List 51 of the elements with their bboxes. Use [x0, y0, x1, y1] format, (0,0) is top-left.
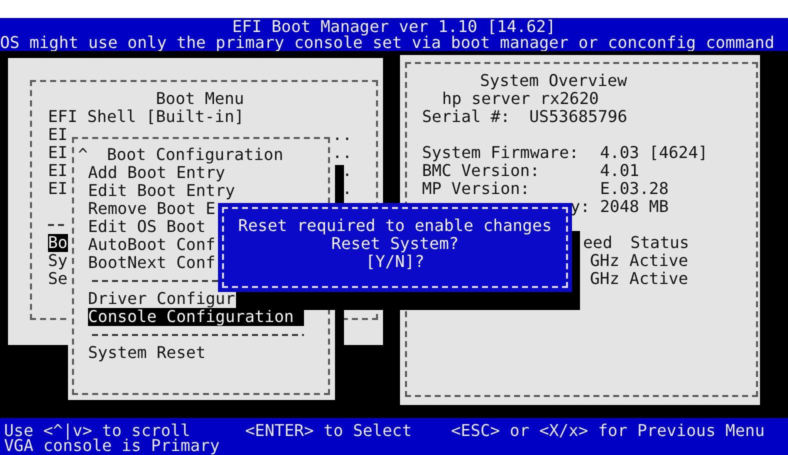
menu-item[interactable]: BootNext Conf — [88, 254, 216, 272]
scroll-up-indicator: ^ — [78, 146, 88, 164]
table-cell: Active — [629, 252, 688, 270]
column-header: eed — [583, 234, 612, 252]
menu-item[interactable]: Driver Configur — [88, 290, 236, 308]
menu-item[interactable]: Sy — [48, 252, 68, 270]
menu-item[interactable]: EI — [48, 144, 68, 162]
dialog-text: Reset required to enable changes — [237, 217, 553, 235]
column-header: Status — [630, 234, 690, 252]
truncated-text: .. — [332, 144, 352, 162]
dialog-text: [Y/N]? — [364, 253, 424, 271]
menu-item[interactable]: System Reset — [88, 344, 206, 362]
field-value: E.03.28 — [600, 180, 669, 198]
key-hint: Use <^|v> to scroll — [4, 423, 190, 438]
menu-item[interactable]: EFI Shell [Built-in] — [48, 108, 244, 126]
menu-item[interactable]: EI — [48, 162, 68, 180]
menu-item[interactable]: EI — [48, 126, 68, 144]
menu-item[interactable]: Edit OS Boot — [88, 218, 206, 236]
key-hint: <ENTER> to Select — [245, 423, 413, 438]
field-label: MP Version: — [422, 180, 531, 198]
field-label: System Firmware: — [422, 144, 580, 162]
menu-item[interactable]: Edit Boot Entry — [88, 182, 236, 200]
field-value: 4.03 [4624] — [600, 144, 708, 162]
menu-title: Boot Menu — [154, 90, 246, 108]
table-cell: GHz — [590, 252, 620, 270]
status-text: VGA console is Primary — [4, 438, 221, 453]
menu-item[interactable]: Remove Boot E — [88, 200, 216, 218]
truncated-text: . — [342, 162, 352, 180]
field-label: y: — [569, 198, 591, 216]
notice-text: OS might use only the primary console set via boot manager or conconfig command — [0, 35, 776, 51]
field-value: US53685796 — [529, 108, 628, 126]
menu-item[interactable]: Add Boot Entry — [88, 164, 226, 182]
menu-item[interactable]: AutoBoot Conf — [88, 236, 216, 254]
table-cell: Active — [629, 270, 688, 288]
menu-title: Boot Configuration — [106, 146, 284, 164]
panel-title: System Overview — [479, 72, 628, 90]
menu-item[interactable]: EI — [48, 180, 68, 198]
model-text: hp server rx2620 — [441, 90, 600, 108]
menu-item[interactable]: Bo — [48, 234, 68, 252]
field-value: 4.01 — [600, 162, 640, 180]
field-label: Serial #: — [422, 108, 510, 126]
truncated-text: .. — [332, 126, 352, 144]
truncated-text: . — [342, 180, 352, 198]
key-hint: <ESC> or <X/x> for Previous Menu — [450, 423, 765, 438]
menu-item[interactable]: Se — [48, 270, 68, 288]
menu-item[interactable]: Console Configuration — [88, 308, 304, 326]
window-title: EFI Boot Manager ver 1.10 [14.62] — [232, 19, 557, 35]
field-label: BMC Version: — [422, 162, 541, 180]
dialog-text: Reset System? — [331, 235, 460, 253]
table-cell: GHz — [590, 270, 620, 288]
field-value: 2048 MB — [600, 198, 669, 216]
